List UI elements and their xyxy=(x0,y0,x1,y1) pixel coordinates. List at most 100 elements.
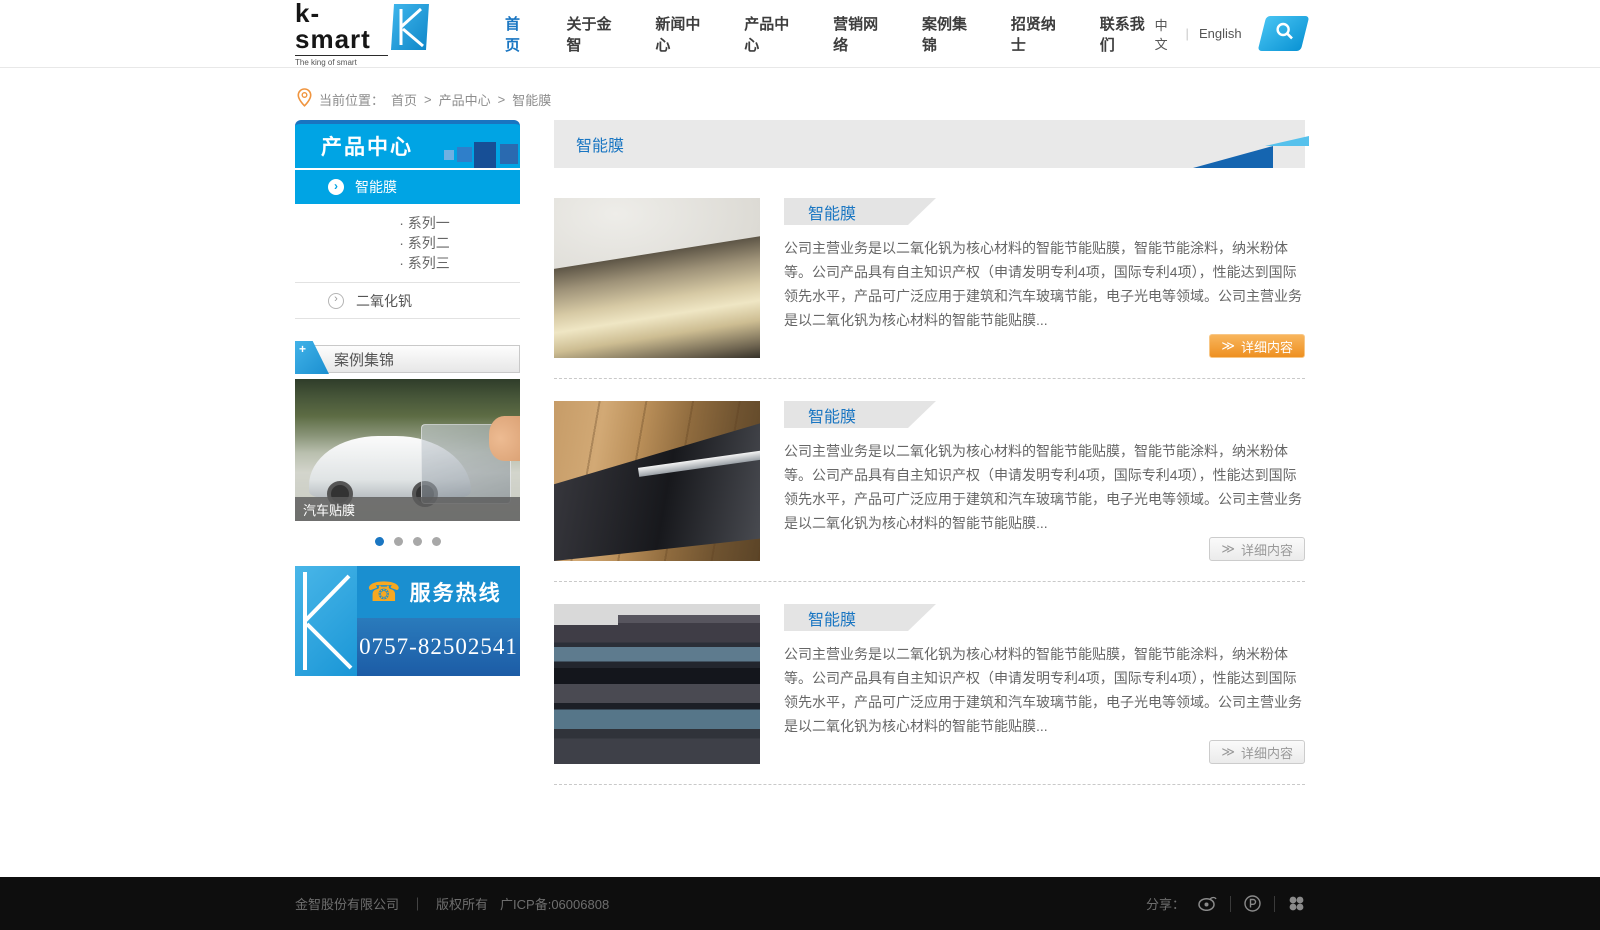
breadcrumb-current: 智能膜 xyxy=(512,90,551,109)
clover-share-icon[interactable] xyxy=(1288,895,1305,912)
nav-about[interactable]: 关于金智 xyxy=(566,13,621,55)
pixel-decoration xyxy=(474,142,496,168)
product-center-header: 产品中心 xyxy=(295,120,520,168)
double-chevron-icon: ≫ xyxy=(1221,744,1235,760)
k-logo-panel xyxy=(295,566,357,676)
k-logo-icon xyxy=(391,4,429,55)
sidebar-subitem-series2[interactable]: · 系列二 xyxy=(295,233,520,253)
sidebar-item-label: 智能膜 xyxy=(355,177,397,197)
nav-contact[interactable]: 联系我们 xyxy=(1100,13,1155,55)
product-image-gold-film-roll[interactable] xyxy=(554,198,760,358)
pixel-decoration xyxy=(457,147,472,162)
logo[interactable]: k-smart The king of smart xyxy=(295,0,429,67)
product-image-film-on-floor[interactable] xyxy=(554,401,760,561)
nav-home[interactable]: 首页 xyxy=(505,13,532,55)
triangle-decoration-dark xyxy=(1193,146,1273,168)
lang-zh[interactable]: 中文 xyxy=(1155,15,1176,53)
cases-title: 案例集锦 xyxy=(334,349,394,370)
hotline-title: 服务热线 xyxy=(410,577,502,607)
subitem-label: 系列二 xyxy=(408,235,450,251)
page-title: 智能膜 xyxy=(576,132,624,156)
cases-header: + 案例集锦 xyxy=(295,345,520,373)
product-description: 公司主营业务是以二氧化钒为核心材料的智能节能贴膜，智能节能涂料，纳米粉体等。公司… xyxy=(784,642,1304,738)
bullet: · xyxy=(399,255,404,271)
top-header: k-smart The king of smart 首页 关于金智 新闻中心 产… xyxy=(0,0,1600,68)
product-description: 公司主营业务是以二氧化钒为核心材料的智能节能贴膜，智能节能涂料，纳米粉体等。公司… xyxy=(784,236,1304,332)
sidebar-item-vanadium-dioxide[interactable]: › 二氧化钒 xyxy=(295,283,520,319)
detail-button[interactable]: ≫ 详细内容 xyxy=(1209,334,1305,358)
bullet: · xyxy=(399,215,404,231)
detail-button-label: 详细内容 xyxy=(1241,540,1293,559)
breadcrumb-separator: > xyxy=(498,92,506,107)
carousel-dot-3[interactable] xyxy=(413,537,422,546)
sidebar-subitem-series1[interactable]: · 系列一 xyxy=(295,213,520,233)
breadcrumb-separator: > xyxy=(424,92,432,107)
chevron-right-icon: › xyxy=(328,293,344,309)
lang-en[interactable]: English xyxy=(1199,26,1242,41)
product-title[interactable]: 智能膜 xyxy=(784,604,936,631)
pixel-decoration xyxy=(444,150,454,160)
plus-ribbon-icon: + xyxy=(295,341,329,374)
weibo-icon[interactable] xyxy=(1198,896,1217,911)
detail-button[interactable]: ≫ 详细内容 xyxy=(1209,537,1305,561)
nav-jobs[interactable]: 招贤纳士 xyxy=(1011,13,1066,55)
carousel-dot-2[interactable] xyxy=(394,537,403,546)
breadcrumb-section[interactable]: 产品中心 xyxy=(439,90,491,109)
search-button[interactable] xyxy=(1257,16,1309,51)
share-label: 分享： xyxy=(1146,894,1185,913)
product-image-dark-film-rolls[interactable] xyxy=(554,604,760,764)
product-item: 智能膜 公司主营业务是以二氧化钒为核心材料的智能节能贴膜，智能节能涂料，纳米粉体… xyxy=(554,198,1305,379)
content-header: 智能膜 xyxy=(554,120,1305,168)
logo-text: k-smart xyxy=(295,0,388,52)
sidebar-item-label: 二氧化钒 xyxy=(356,291,412,311)
hotline-phone-number: 0757-82502541 xyxy=(357,618,520,676)
sidebar-subitem-series3[interactable]: · 系列三 xyxy=(295,253,520,273)
footer-icp: 广ICP备:06006808 xyxy=(500,894,609,913)
nav-news[interactable]: 新闻中心 xyxy=(655,13,710,55)
subitem-label: 系列一 xyxy=(408,215,450,231)
sidebar: 产品中心 › 智能膜 · 系列一 · 系列二 · 系列三 › 二氧化钒 xyxy=(295,120,520,807)
footer: 金智股份有限公司 ｜ 版权所有 广ICP备:06006808 分享： xyxy=(0,877,1600,930)
footer-copyright: 版权所有 xyxy=(436,894,488,913)
nav-cases[interactable]: 案例集锦 xyxy=(922,13,977,55)
triangle-decoration-light xyxy=(1265,136,1309,146)
sidebar-submenu: · 系列一 · 系列二 · 系列三 xyxy=(295,204,520,283)
carousel-dot-4[interactable] xyxy=(432,537,441,546)
product-center-title: 产品中心 xyxy=(321,131,413,161)
product-title[interactable]: 智能膜 xyxy=(784,401,936,428)
nav-products[interactable]: 产品中心 xyxy=(744,13,799,55)
case-caption: 汽车贴膜 xyxy=(295,497,520,521)
footer-icon-divider xyxy=(1274,896,1275,912)
product-item: 智能膜 公司主营业务是以二氧化钒为核心材料的智能节能贴膜，智能节能涂料，纳米粉体… xyxy=(554,604,1305,785)
product-description: 公司主营业务是以二氧化钒为核心材料的智能节能贴膜，智能节能涂料，纳米粉体等。公司… xyxy=(784,439,1304,535)
location-pin-icon xyxy=(297,88,312,110)
main-content: 智能膜 智能膜 公司主营业务是以二氧化钒为核心材料的智能节能贴膜，智能节能涂料，… xyxy=(554,120,1305,807)
service-hotline-widget: ☎ 服务热线 0757-82502541 xyxy=(295,566,520,676)
double-chevron-icon: ≫ xyxy=(1221,541,1235,557)
subitem-label: 系列三 xyxy=(408,255,450,271)
sidebar-item-smart-film[interactable]: › 智能膜 xyxy=(295,170,520,204)
carousel-dots xyxy=(295,537,520,546)
detail-button-label: 详细内容 xyxy=(1241,743,1293,762)
chevron-right-icon: › xyxy=(328,179,344,195)
product-item: 智能膜 公司主营业务是以二氧化钒为核心材料的智能节能贴膜，智能节能涂料，纳米粉体… xyxy=(554,401,1305,582)
breadcrumb: 当前位置： 首页 > 产品中心 > 智能膜 xyxy=(297,88,1305,110)
nav-marketing[interactable]: 营销网络 xyxy=(833,13,888,55)
breadcrumb-home[interactable]: 首页 xyxy=(391,90,417,109)
pixel-decoration xyxy=(500,144,518,164)
double-chevron-icon: ≫ xyxy=(1221,338,1235,354)
phone-icon: ☎ xyxy=(367,579,401,606)
product-title[interactable]: 智能膜 xyxy=(784,198,936,225)
language-switch: 中文 | English xyxy=(1155,15,1242,53)
detail-button[interactable]: ≫ 详细内容 xyxy=(1209,740,1305,764)
bullet: · xyxy=(399,235,404,251)
footer-company: 金智股份有限公司 xyxy=(295,894,399,913)
carousel-dot-1[interactable] xyxy=(375,537,384,546)
main-nav: 首页 关于金智 新闻中心 产品中心 营销网络 案例集锦 招贤纳士 联系我们 xyxy=(505,13,1155,55)
breadcrumb-label: 当前位置： xyxy=(319,90,384,109)
logo-tagline: The king of smart xyxy=(295,55,388,67)
case-carousel-image[interactable]: 汽车贴膜 xyxy=(295,379,520,521)
cases-widget: + 案例集锦 汽车贴膜 xyxy=(295,345,520,546)
p-circle-share-icon[interactable] xyxy=(1244,895,1261,912)
hand-shape xyxy=(489,416,521,461)
